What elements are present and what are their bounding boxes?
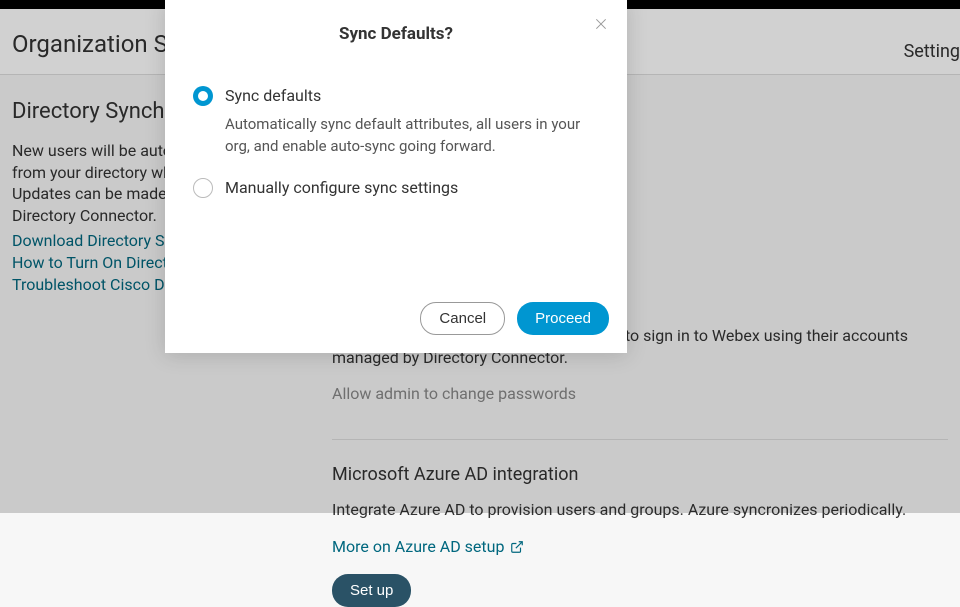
radio-button-unselected[interactable]	[193, 178, 213, 198]
proceed-button[interactable]: Proceed	[517, 302, 609, 335]
radio-option-sync-defaults[interactable]: Sync defaults Automatically sync default…	[193, 86, 599, 158]
radio-text: Manually configure sync settings	[225, 178, 599, 199]
radio-label-sync-defaults: Sync defaults	[225, 86, 599, 107]
external-link-icon	[510, 540, 524, 554]
radio-label-manual: Manually configure sync settings	[225, 178, 599, 199]
set-up-button[interactable]: Set up	[332, 574, 411, 607]
modal-title: Sync Defaults?	[193, 24, 599, 44]
cancel-button[interactable]: Cancel	[420, 302, 505, 335]
radio-text: Sync defaults Automatically sync default…	[225, 86, 599, 158]
radio-desc-sync-defaults: Automatically sync default attributes, a…	[225, 113, 599, 158]
close-icon[interactable]	[593, 16, 609, 36]
more-on-azure-link[interactable]: More on Azure AD setup	[332, 537, 524, 556]
radio-option-manual[interactable]: Manually configure sync settings	[193, 178, 599, 199]
sync-defaults-modal: Sync Defaults? Sync defaults Automatical…	[165, 0, 627, 353]
more-on-azure-link-label: More on Azure AD setup	[332, 537, 504, 556]
radio-button-selected[interactable]	[193, 86, 213, 106]
modal-button-row: Cancel Proceed	[420, 302, 609, 335]
